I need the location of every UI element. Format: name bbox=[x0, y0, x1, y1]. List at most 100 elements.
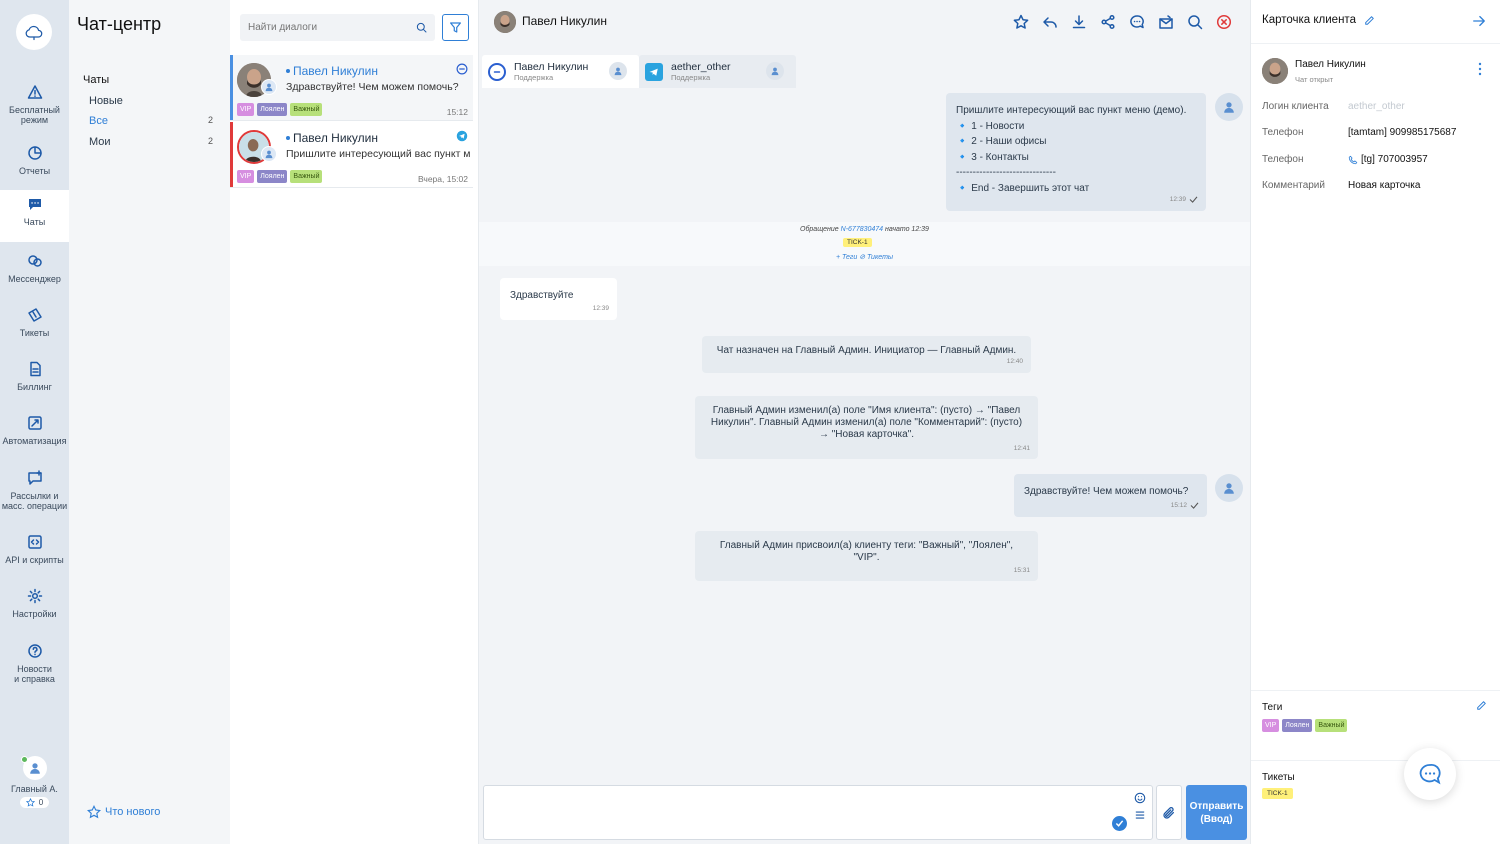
outgoing-message[interactable]: Здравствуйте! Чем можем помочь? 15:12 bbox=[1014, 474, 1207, 517]
message-time: 12:40 bbox=[1006, 357, 1023, 365]
field-value[interactable]: Новая карточка bbox=[1348, 180, 1420, 191]
share-icon[interactable] bbox=[1100, 14, 1116, 30]
edit-icon[interactable] bbox=[1364, 15, 1375, 26]
avatar[interactable] bbox=[20, 756, 47, 780]
more-vertical-icon[interactable] bbox=[1478, 62, 1482, 76]
nav-item-all[interactable]: Все 2 bbox=[89, 115, 213, 127]
telegram-icon bbox=[645, 62, 663, 81]
outgoing-message[interactable]: Пришлите интересующий вас пункт меню (де… bbox=[946, 93, 1206, 211]
nav-item-label: Новые bbox=[89, 95, 123, 107]
nav-item-label: Все bbox=[89, 115, 108, 127]
field-value[interactable]: [tamtam] 909985175687 bbox=[1348, 127, 1456, 138]
client-card-title: Карточка клиента bbox=[1262, 14, 1356, 26]
dialog-time: 15:12 bbox=[446, 107, 468, 117]
client-tags: VIP Лоялен Важный bbox=[1262, 719, 1348, 732]
user-rating[interactable]: 0 bbox=[19, 797, 50, 808]
dialog-item[interactable]: Павел Никулин Здравствуйте! Чем можем по… bbox=[230, 55, 473, 121]
field-label: Телефон bbox=[1262, 154, 1304, 165]
support-chat-button[interactable] bbox=[1404, 748, 1456, 800]
automation-icon bbox=[27, 416, 42, 430]
sidebar-item-label: Биллинг bbox=[17, 382, 52, 392]
sidebar-item-messenger[interactable]: Мессенджер bbox=[0, 247, 69, 301]
sidebar-item-settings[interactable]: Настройки bbox=[0, 582, 69, 636]
paperclip-icon bbox=[1163, 806, 1175, 819]
ticket-id-link[interactable]: N-677830474 bbox=[841, 226, 883, 233]
avatar bbox=[494, 11, 516, 33]
star-icon[interactable] bbox=[1013, 14, 1029, 30]
current-user[interactable]: Главный А. 0 bbox=[0, 756, 69, 808]
search-icon[interactable] bbox=[416, 22, 427, 33]
sidebar-item-tickets[interactable]: Тикеты bbox=[0, 301, 69, 355]
message-time: 12:41 bbox=[1013, 445, 1030, 452]
tab-telegram-channel[interactable]: aether_other Поддержка bbox=[639, 55, 796, 88]
emoji-icon[interactable] bbox=[1134, 792, 1146, 804]
message-text: Главный Админ изменил(а) поле "Имя клиен… bbox=[710, 405, 1023, 440]
filter-icon bbox=[450, 22, 461, 33]
whats-new-link[interactable]: Что нового bbox=[87, 805, 160, 819]
chat-toolbar bbox=[1013, 14, 1232, 30]
nav-section-chats[interactable]: Чаты bbox=[83, 74, 109, 86]
tab-name: Павел Никулин bbox=[514, 61, 589, 73]
user-icon bbox=[29, 763, 40, 774]
system-message: Главный Админ присвоил(а) клиенту теги: … bbox=[695, 531, 1038, 581]
dialog-item[interactable]: Павел Никулин Пришлите интересующий вас … bbox=[230, 122, 473, 188]
tag-vip: VIP bbox=[237, 103, 255, 116]
send-button[interactable]: Отправить (Ввод) bbox=[1186, 785, 1247, 840]
filter-button[interactable] bbox=[442, 14, 469, 41]
gear-icon bbox=[27, 588, 42, 604]
field-value[interactable]: [tg] 707003957 bbox=[1348, 154, 1428, 165]
sidebar-item-label: Рассылки и масс. операции bbox=[1, 491, 68, 511]
sidebar-item-label: Бесплатный режим bbox=[9, 105, 60, 125]
tab-tamtam-channel[interactable]: Павел Никулин Поддержка bbox=[482, 55, 639, 88]
tamtam-icon bbox=[456, 63, 468, 75]
mail-icon[interactable] bbox=[1158, 14, 1174, 30]
nav-item-new[interactable]: Новые bbox=[89, 95, 213, 107]
tab-sub: Поддержка bbox=[514, 73, 554, 82]
sidebar-item-free-mode[interactable]: Бесплатный режим bbox=[0, 78, 69, 132]
dialog-tags: VIP Лоялен Важный bbox=[237, 103, 323, 116]
ticket-line-prefix: Обращение bbox=[800, 226, 839, 233]
sidebar-item-billing[interactable]: Биллинг bbox=[0, 355, 69, 409]
divider bbox=[1251, 43, 1500, 44]
field-value[interactable]: aether_other bbox=[1348, 101, 1405, 112]
dialog-list: Павел Никулин Здравствуйте! Чем можем по… bbox=[230, 0, 479, 844]
sidebar-item-api[interactable]: API и скрипты bbox=[0, 528, 69, 582]
client-card-header: Карточка клиента bbox=[1262, 14, 1375, 26]
star-icon bbox=[25, 798, 35, 807]
sidebar-item-chats[interactable]: Чаты bbox=[0, 190, 69, 242]
comment-icon[interactable] bbox=[1129, 14, 1145, 30]
message-composer[interactable] bbox=[483, 785, 1153, 840]
ticket-tag[interactable]: TICK-1 bbox=[1262, 788, 1293, 799]
ticket-tag[interactable]: TICK-1 bbox=[843, 238, 872, 247]
templates-icon[interactable] bbox=[1134, 809, 1146, 821]
client-status: Чат открыт bbox=[1295, 75, 1334, 84]
tag-important: Важный bbox=[1315, 719, 1348, 732]
system-message: Главный Админ изменил(а) поле "Имя клиен… bbox=[695, 396, 1038, 459]
sidebar-item-reports[interactable]: Отчеты bbox=[0, 139, 69, 193]
cloud-logo-icon[interactable] bbox=[16, 14, 52, 50]
search-icon[interactable] bbox=[1187, 14, 1203, 30]
sidebar-item-help[interactable]: Новости и справка bbox=[0, 637, 69, 691]
incoming-message[interactable]: Здравствуйте 12:39 bbox=[500, 278, 617, 320]
edit-icon[interactable] bbox=[1476, 700, 1487, 711]
spellcheck-icon[interactable] bbox=[1112, 816, 1127, 831]
sidebar-item-automation[interactable]: Автоматизация bbox=[0, 409, 69, 463]
pie-chart-icon bbox=[27, 146, 42, 160]
sidebar-item-broadcasts[interactable]: Рассылки и масс. операции bbox=[0, 464, 69, 518]
dialog-search bbox=[240, 14, 435, 41]
user-name: Главный А. bbox=[11, 784, 58, 794]
nav-item-mine[interactable]: Мои 2 bbox=[89, 136, 213, 148]
reply-icon[interactable] bbox=[1042, 14, 1058, 30]
online-status-dot bbox=[20, 756, 28, 763]
dialog-last-message: Пришлите интересующий вас пункт меню (де… bbox=[286, 148, 470, 160]
close-chat-icon[interactable] bbox=[1216, 14, 1232, 30]
chat-header: Павел Никулин bbox=[479, 0, 1250, 44]
ticket-info-strip: Обращение N-677830474 начато 12:39 TICK-… bbox=[479, 222, 1250, 266]
attach-button[interactable] bbox=[1156, 785, 1182, 840]
ticket-actions[interactable]: + Теги ⊘ Тикеты bbox=[479, 253, 1250, 261]
message-text: Пришлите интересующий вас пункт меню (де… bbox=[956, 105, 1187, 194]
download-icon[interactable] bbox=[1071, 14, 1087, 30]
arrow-right-icon[interactable] bbox=[1472, 14, 1486, 28]
sidebar-item-label: Тикеты bbox=[19, 328, 50, 338]
search-input[interactable] bbox=[248, 22, 416, 33]
